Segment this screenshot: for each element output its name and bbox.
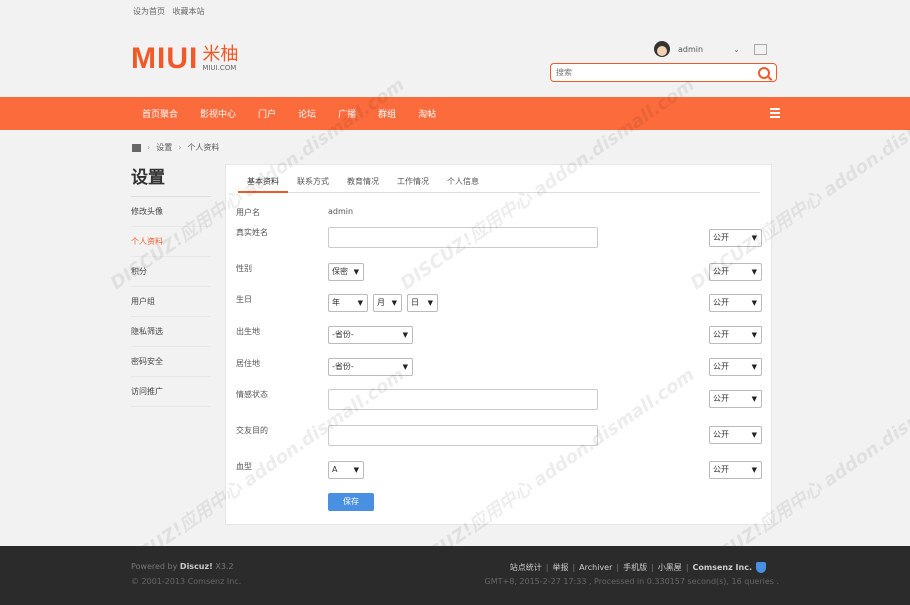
- gender-select[interactable]: 保密 ▼: [328, 263, 364, 281]
- breadcrumb-separator: ›: [178, 143, 182, 152]
- discuz-link[interactable]: Discuz!: [180, 562, 213, 571]
- footer-company-link[interactable]: Comsenz Inc.: [693, 563, 752, 572]
- breadcrumb: › 设置 › 个人资料: [132, 142, 219, 153]
- avatar[interactable]: [654, 41, 670, 57]
- set-homepage-link[interactable]: 设为首页: [133, 7, 165, 16]
- sidebar-title: 设置: [131, 164, 211, 197]
- sidebar-item-profile[interactable]: 个人资料: [131, 227, 211, 257]
- message-icon[interactable]: [753, 43, 767, 55]
- sidebar-item-password[interactable]: 密码安全: [131, 347, 211, 377]
- birth-province-select[interactable]: -省份- ▼: [328, 326, 413, 344]
- bloodtype-label: 血型: [236, 462, 252, 471]
- search-box: [550, 63, 777, 82]
- nav-item-forum[interactable]: 论坛: [298, 107, 316, 120]
- realname-label: 真实姓名: [236, 228, 268, 237]
- menu-list-icon[interactable]: [770, 108, 780, 118]
- bloodtype-privacy-select[interactable]: 公开 ▼: [709, 461, 762, 479]
- affective-input[interactable]: [328, 389, 598, 410]
- tab-education[interactable]: 教育情况: [338, 173, 388, 191]
- sidebar-item-credits[interactable]: 积分: [131, 257, 211, 287]
- save-button[interactable]: 保存: [328, 493, 374, 511]
- footer-stats: GMT+8, 2015-2-27 17:33 , Processed in 0.…: [484, 577, 779, 586]
- nav-item-home[interactable]: 首页聚合: [142, 107, 178, 120]
- home-icon[interactable]: [132, 143, 141, 152]
- bookmark-link[interactable]: 收藏本站: [173, 7, 205, 16]
- logo-cn-block: 米柚 MIUI.COM: [202, 44, 239, 73]
- sidebar-item-privacy[interactable]: 隐私筛选: [131, 317, 211, 347]
- logo-cn: 米柚: [202, 44, 239, 65]
- chevron-down-icon[interactable]: ⌄: [733, 45, 740, 54]
- username-value: admin: [328, 207, 354, 216]
- footer-link-report[interactable]: 举报: [552, 562, 568, 573]
- tab-work[interactable]: 工作情况: [388, 173, 438, 191]
- birthplace-privacy-select[interactable]: 公开 ▼: [709, 326, 762, 344]
- tab-contact[interactable]: 联系方式: [288, 173, 338, 191]
- profile-tabs: 基本资料 联系方式 教育情况 工作情况 个人信息: [238, 173, 760, 193]
- nav-item-collection[interactable]: 淘帖: [418, 107, 436, 120]
- birth-month-select[interactable]: 月 ▼: [373, 294, 402, 312]
- bloodtype-select[interactable]: A ▼: [328, 461, 364, 479]
- residence-privacy-select[interactable]: 公开 ▼: [709, 358, 762, 376]
- sidebar-item-avatar[interactable]: 修改头像: [131, 197, 211, 227]
- search-icon[interactable]: [758, 67, 770, 79]
- settings-sidebar: 设置 修改头像 个人资料 积分 用户组 隐私筛选 密码安全 访问推广: [131, 164, 211, 407]
- site-logo[interactable]: MIUI 米柚 MIUI.COM: [131, 42, 238, 76]
- breadcrumb-settings[interactable]: 设置: [156, 142, 172, 153]
- birthplace-label: 出生地: [236, 327, 260, 336]
- footer-copyright: © 2001-2013 Comsenz Inc.: [131, 577, 242, 586]
- footer-link-mobile[interactable]: 手机版: [623, 562, 647, 573]
- residence-label: 居住地: [236, 359, 260, 368]
- footer-links: 站点统计 | 举报 | Archiver | 手机版 | 小黑屋 | Comsenz In…: [510, 562, 766, 573]
- footer-link-archiver[interactable]: Archiver: [579, 563, 612, 572]
- gender-label: 性别: [236, 264, 252, 273]
- nav-item-group[interactable]: 群组: [378, 107, 396, 120]
- username-label: 用户名: [236, 208, 260, 217]
- main-nav: 首页聚合 影视中心 门户 论坛 广播 群组 淘帖: [0, 97, 910, 130]
- birthday-privacy-select[interactable]: 公开 ▼: [709, 294, 762, 312]
- shield-icon[interactable]: [756, 562, 766, 573]
- birth-year-select[interactable]: 年 ▼: [328, 294, 368, 312]
- top-bar: 设为首页 收藏本站: [0, 0, 910, 24]
- footer-link-blackroom[interactable]: 小黑屋: [658, 562, 682, 573]
- nav-item-portal[interactable]: 门户: [258, 107, 276, 120]
- birthday-label: 生日: [236, 295, 252, 304]
- nav-item-broadcast[interactable]: 广播: [338, 107, 356, 120]
- affective-label: 情感状态: [236, 390, 268, 399]
- footer-link-stats[interactable]: 站点统计: [510, 562, 542, 573]
- search-input[interactable]: [551, 64, 746, 81]
- footer: Powered by Discuz! X3.2 © 2001-2013 Coms…: [0, 546, 910, 605]
- breadcrumb-current: 个人资料: [187, 143, 220, 152]
- birth-day-select[interactable]: 日 ▼: [407, 294, 438, 312]
- lookingfor-label: 交友目的: [236, 426, 268, 435]
- username-link[interactable]: admin: [678, 45, 703, 54]
- tab-personal[interactable]: 个人信息: [438, 173, 488, 191]
- logo-domain: MIUI.COM: [202, 64, 237, 72]
- footer-powered: Powered by Discuz! X3.2: [131, 562, 234, 571]
- user-menu: admin ⌄: [654, 41, 767, 57]
- profile-panel: 基本资料 联系方式 教育情况 工作情况 个人信息 用户名 admin 真实姓名 …: [225, 164, 772, 525]
- lookingfor-input[interactable]: [328, 425, 598, 446]
- affective-privacy-select[interactable]: 公开 ▼: [709, 390, 762, 408]
- gender-privacy-select[interactable]: 公开 ▼: [709, 263, 762, 281]
- realname-privacy-select[interactable]: 公开 ▼: [709, 229, 762, 247]
- lookingfor-privacy-select[interactable]: 公开 ▼: [709, 426, 762, 444]
- realname-input[interactable]: [328, 227, 598, 248]
- breadcrumb-separator: ›: [147, 143, 151, 152]
- sidebar-item-promotion[interactable]: 访问推广: [131, 377, 211, 407]
- residence-province-select[interactable]: -省份- ▼: [328, 358, 413, 376]
- sidebar-item-usergroup[interactable]: 用户组: [131, 287, 211, 317]
- top-links: 设为首页 收藏本站: [133, 6, 210, 17]
- nav-item-video[interactable]: 影视中心: [200, 107, 236, 120]
- logo-brand: MIUI: [131, 42, 199, 75]
- tab-basic[interactable]: 基本资料: [238, 173, 288, 193]
